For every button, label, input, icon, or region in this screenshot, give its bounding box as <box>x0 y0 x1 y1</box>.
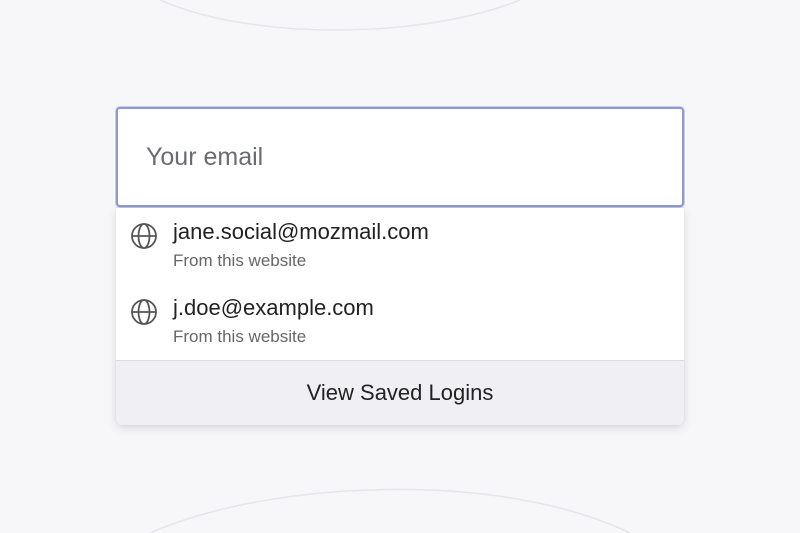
globe-icon <box>130 298 158 326</box>
view-saved-logins-button[interactable]: View Saved Logins <box>116 361 684 425</box>
login-suggestion-item[interactable]: jane.social@mozmail.com From this websit… <box>116 208 684 284</box>
suggestion-email: j.doe@example.com <box>173 295 374 320</box>
suggestion-source: From this website <box>173 327 307 346</box>
suggestion-email: jane.social@mozmail.com <box>173 219 429 244</box>
email-input[interactable] <box>116 107 684 207</box>
suggestion-source: From this website <box>173 251 307 270</box>
login-suggestion-item[interactable]: j.doe@example.com From this website <box>116 284 684 360</box>
autocomplete-popup: jane.social@mozmail.com From this websit… <box>116 208 684 425</box>
globe-icon <box>130 222 158 250</box>
